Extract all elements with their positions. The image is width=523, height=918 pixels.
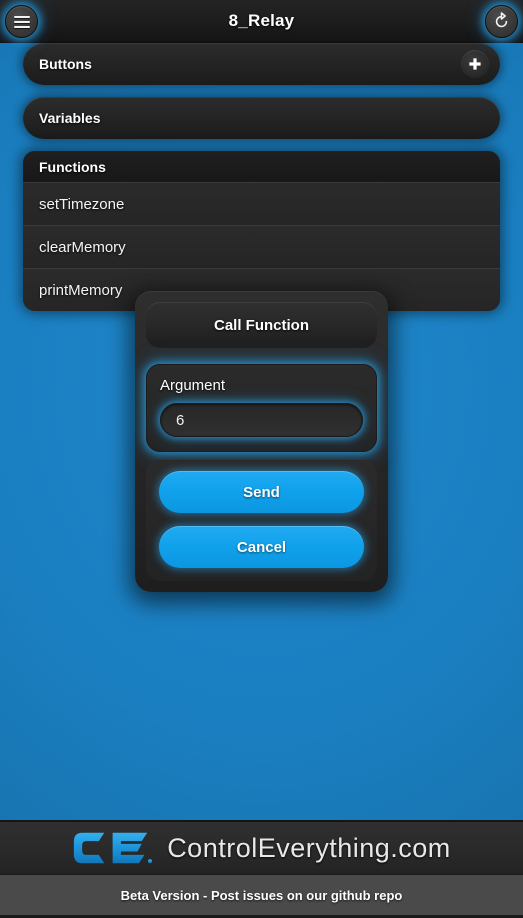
app-header: 8_Relay bbox=[0, 0, 523, 43]
section-buttons-header: Buttons bbox=[23, 43, 500, 85]
add-button-button[interactable] bbox=[461, 50, 489, 78]
section-functions: Functions setTimezone clearMemory printM… bbox=[23, 151, 500, 311]
dialog-title-bar: Call Function bbox=[146, 302, 377, 348]
function-name: printMemory bbox=[39, 281, 123, 299]
list-item[interactable]: clearMemory bbox=[23, 225, 500, 268]
hamburger-menu-icon bbox=[13, 13, 30, 31]
plus-icon bbox=[469, 58, 481, 70]
argument-label: Argument bbox=[160, 377, 226, 394]
functions-title: Functions bbox=[39, 158, 106, 175]
send-button[interactable]: Send bbox=[159, 471, 364, 513]
dialog-actions: Send Cancel bbox=[146, 460, 377, 581]
argument-input[interactable] bbox=[160, 403, 363, 437]
functions-header: Functions bbox=[23, 151, 500, 182]
refresh-icon bbox=[495, 12, 508, 28]
section-variables-header: Variables bbox=[23, 97, 500, 139]
dialog-title: Call Function bbox=[214, 316, 309, 334]
list-item[interactable]: setTimezone bbox=[23, 182, 500, 225]
section-variables-label: Variables bbox=[39, 110, 101, 126]
beta-notice-bar: Beta Version - Post issues on our github… bbox=[0, 874, 523, 918]
beta-notice-text: Beta Version - Post issues on our github… bbox=[120, 887, 403, 903]
content-area: Buttons Variables Functions setTimezone bbox=[0, 43, 523, 323]
footer-brand-bar: ControlEverything.com bbox=[0, 820, 523, 874]
brand-name: ControlEverything.com bbox=[167, 832, 451, 863]
section-variables[interactable]: Variables bbox=[23, 97, 500, 139]
refresh-button[interactable] bbox=[485, 5, 518, 38]
app-root: 8_Relay Buttons Variables Functions setT… bbox=[0, 0, 523, 918]
argument-field-group: Argument bbox=[146, 364, 377, 452]
ce-logo-icon bbox=[74, 832, 153, 864]
section-buttons[interactable]: Buttons bbox=[23, 43, 500, 85]
function-name: clearMemory bbox=[39, 238, 126, 256]
call-function-dialog: Call Function Argument Send Cancel bbox=[135, 291, 388, 592]
page-title: 8_Relay bbox=[228, 11, 295, 30]
section-buttons-label: Buttons bbox=[39, 56, 92, 72]
menu-button[interactable] bbox=[5, 5, 38, 38]
cancel-button[interactable]: Cancel bbox=[159, 526, 364, 568]
function-name: setTimezone bbox=[39, 195, 125, 213]
